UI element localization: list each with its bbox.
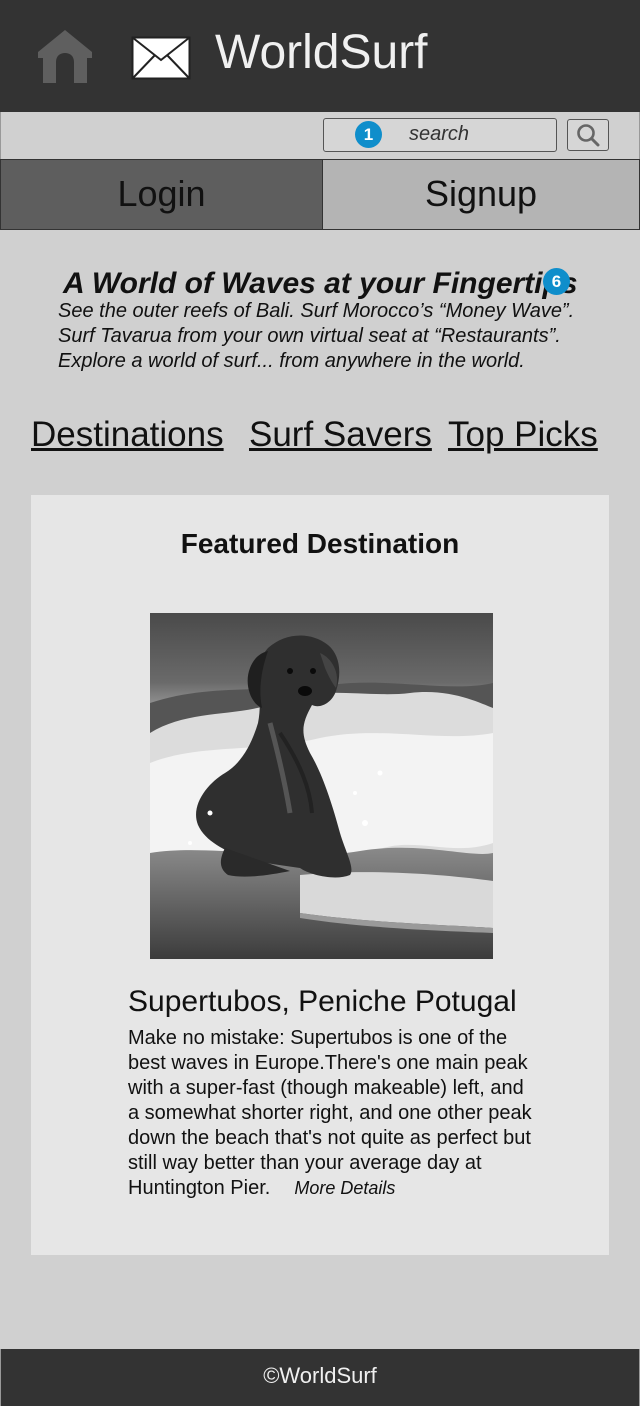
hero-line: Surf Tavarua from your own virtual seat …: [58, 325, 561, 347]
search-button[interactable]: [567, 119, 609, 151]
hero-title: A World of Waves at your Fingertips: [63, 267, 578, 300]
more-details-link[interactable]: More Details: [294, 1178, 395, 1198]
hero-description: See the outer reefs of Bali. Surf Morocc…: [58, 299, 618, 374]
signup-tab[interactable]: Signup: [322, 159, 640, 230]
hero-line: Explore a world of surf... from anywhere…: [58, 350, 525, 372]
description-line: best waves in Europe.There's one main pe…: [128, 1052, 528, 1074]
destination-description: Make no mistake: Supertubos is one of th…: [128, 1026, 568, 1201]
description-line: Make no mistake: Supertubos is one of th…: [128, 1027, 508, 1049]
nav-link-destinations[interactable]: Destinations: [31, 414, 224, 456]
description-line: still way better than your average day a…: [128, 1152, 482, 1174]
destination-name: Supertubos, Peniche Potugal: [128, 985, 517, 1018]
description-line: down the beach that's not quite as perfe…: [128, 1127, 531, 1149]
hero-line: See the outer reefs of Bali. Surf Morocc…: [58, 300, 575, 322]
description-line: Huntington Pier.: [128, 1177, 271, 1199]
nav-link-top-picks[interactable]: Top Picks: [448, 414, 598, 456]
nav-link-surf-savers[interactable]: Surf Savers: [249, 414, 432, 456]
description-line: a somewhat shorter right, and one other …: [128, 1102, 532, 1124]
search-icon: [577, 124, 600, 147]
app-title: WorldSurf: [215, 26, 428, 79]
search-placeholder: search: [409, 123, 470, 145]
mail-icon[interactable]: [131, 36, 191, 80]
annotation-badge: 6: [543, 268, 570, 295]
footer-copyright: ©WorldSurf: [263, 1363, 377, 1388]
description-last-line: Huntington Pier. More Details: [128, 1176, 568, 1201]
featured-photo: [150, 613, 493, 959]
annotation-badge: 1: [355, 121, 382, 148]
description-line: with a super-fast (though makeable) left…: [128, 1077, 524, 1099]
featured-heading: Featured Destination: [180, 528, 460, 559]
home-icon[interactable]: [36, 28, 94, 84]
login-tab[interactable]: Login: [0, 159, 323, 230]
